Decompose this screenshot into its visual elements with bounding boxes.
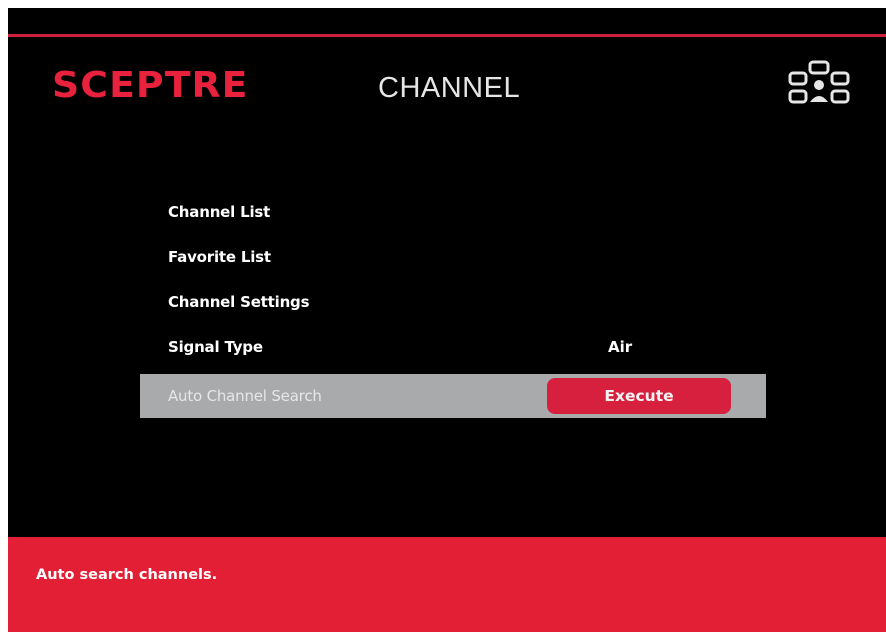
menu-item-label: Signal Type (168, 338, 263, 356)
execute-button[interactable]: Execute (547, 378, 731, 414)
menu-item-label: Favorite List (168, 248, 271, 266)
menu-item-signal-type[interactable]: Signal Type Air (140, 327, 766, 372)
menu-item-channel-settings[interactable]: Channel Settings (140, 282, 766, 327)
help-text: Auto search channels. (36, 567, 218, 583)
channel-menu: Channel List Favorite List Channel Setti… (140, 192, 766, 418)
tv-screen: SCEPTRE CHANNEL Channel List Favorite Li… (8, 8, 886, 632)
signal-type-value: Air (608, 338, 633, 356)
menu-item-channel-list[interactable]: Channel List (140, 192, 766, 237)
brand-logo: SCEPTRE (52, 65, 249, 106)
network-icon (788, 60, 850, 104)
menu-item-label: Auto Channel Search (168, 387, 322, 405)
menu-item-label: Channel List (168, 203, 271, 221)
page-title: CHANNEL (378, 72, 521, 104)
menu-item-auto-channel-search[interactable]: Auto Channel Search Execute (140, 374, 766, 418)
top-divider (8, 34, 886, 37)
help-bar: Auto search channels. (8, 537, 886, 632)
menu-item-label: Channel Settings (168, 293, 310, 311)
menu-item-favorite-list[interactable]: Favorite List (140, 237, 766, 282)
